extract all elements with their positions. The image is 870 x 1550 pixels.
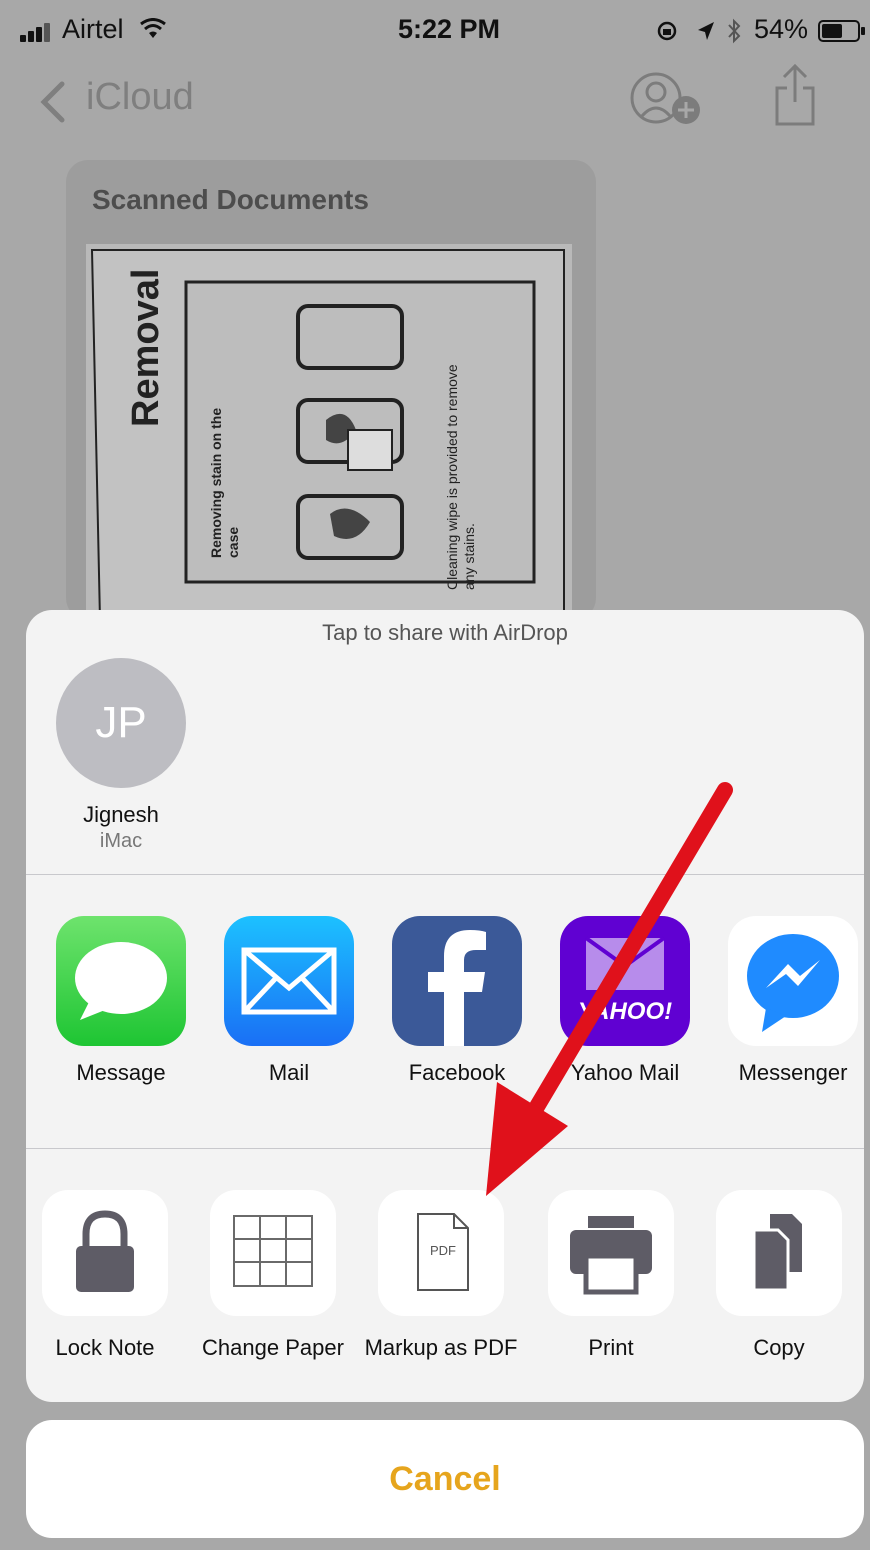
annotation-arrow [486, 782, 733, 1196]
